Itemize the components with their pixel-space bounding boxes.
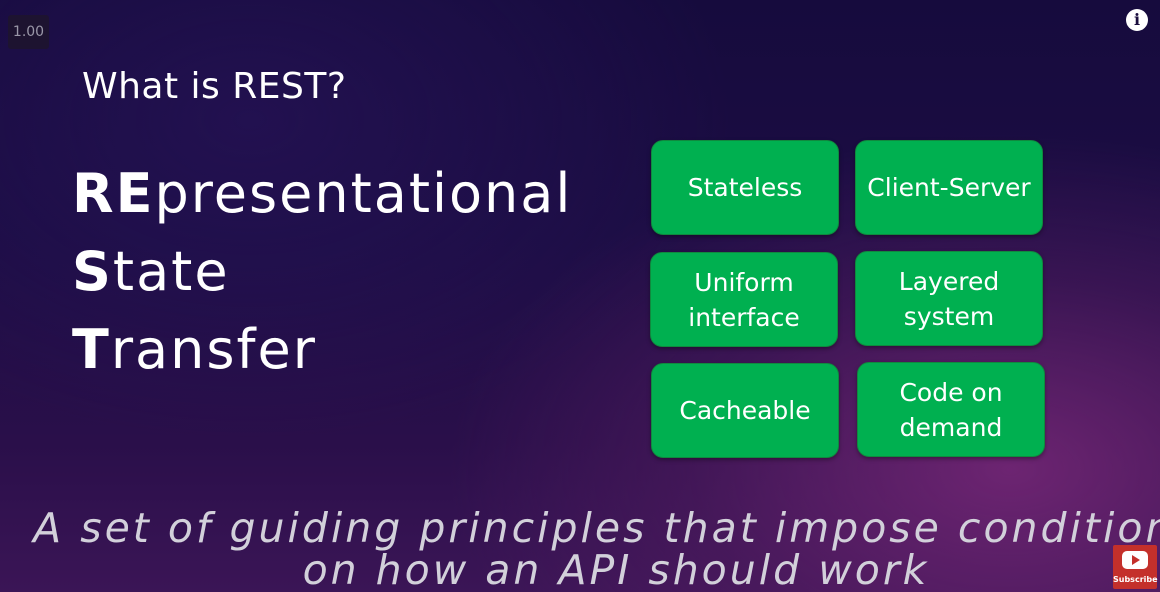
slide-title: What is REST? bbox=[82, 66, 347, 107]
principle-line: Client-Server bbox=[867, 173, 1031, 202]
principle-line: Cacheable bbox=[679, 396, 811, 425]
acronym-initial: S bbox=[72, 240, 113, 303]
acronym-rest: presentational bbox=[154, 162, 573, 225]
principle-text: Uniform interface bbox=[688, 265, 800, 335]
acronym-rest: ransfer bbox=[110, 318, 317, 381]
principle-box-uniform-interface: Uniform interface bbox=[650, 252, 838, 347]
subscribe-button[interactable]: Subscribe bbox=[1113, 545, 1158, 589]
principle-text: Layered system bbox=[899, 264, 999, 334]
acronym-initial: RE bbox=[72, 162, 155, 225]
principle-line: demand bbox=[899, 412, 1003, 442]
info-icon[interactable]: i bbox=[1126, 9, 1148, 31]
principle-line: Layered bbox=[898, 266, 1000, 296]
tagline-line-2: on how an API should work bbox=[302, 546, 930, 592]
principle-line: system bbox=[903, 301, 995, 331]
principle-text: Stateless bbox=[688, 170, 803, 205]
acronym-line-state: State bbox=[72, 240, 230, 303]
principle-text: Cacheable bbox=[679, 393, 810, 428]
youtube-logo-icon bbox=[1122, 551, 1148, 569]
subscribe-label: Subscribe bbox=[1113, 575, 1158, 584]
principle-line: interface bbox=[688, 302, 800, 332]
acronym-line-transfer: Transfer bbox=[72, 318, 317, 381]
acronym-rest: tate bbox=[112, 240, 230, 303]
principle-box-cacheable: Cacheable bbox=[651, 363, 839, 458]
principle-text: Client-Server bbox=[867, 170, 1030, 205]
principle-box-layered-system: Layered system bbox=[855, 251, 1043, 346]
principle-line: Uniform bbox=[694, 267, 794, 297]
acronym-initial: T bbox=[72, 318, 111, 381]
tagline-line-1: A set of guiding principles that impose … bbox=[33, 504, 1160, 552]
playback-speed-badge: 1.00 bbox=[8, 15, 49, 49]
principle-box-client-server: Client-Server bbox=[855, 140, 1043, 235]
principle-box-code-on-demand: Code on demand bbox=[857, 362, 1045, 457]
principle-box-stateless: Stateless bbox=[651, 140, 839, 235]
acronym-line-representational: REpresentational bbox=[72, 162, 572, 225]
principle-line: Stateless bbox=[687, 173, 803, 202]
principle-line: Code on bbox=[899, 377, 1003, 407]
principle-text: Code on demand bbox=[899, 375, 1002, 445]
